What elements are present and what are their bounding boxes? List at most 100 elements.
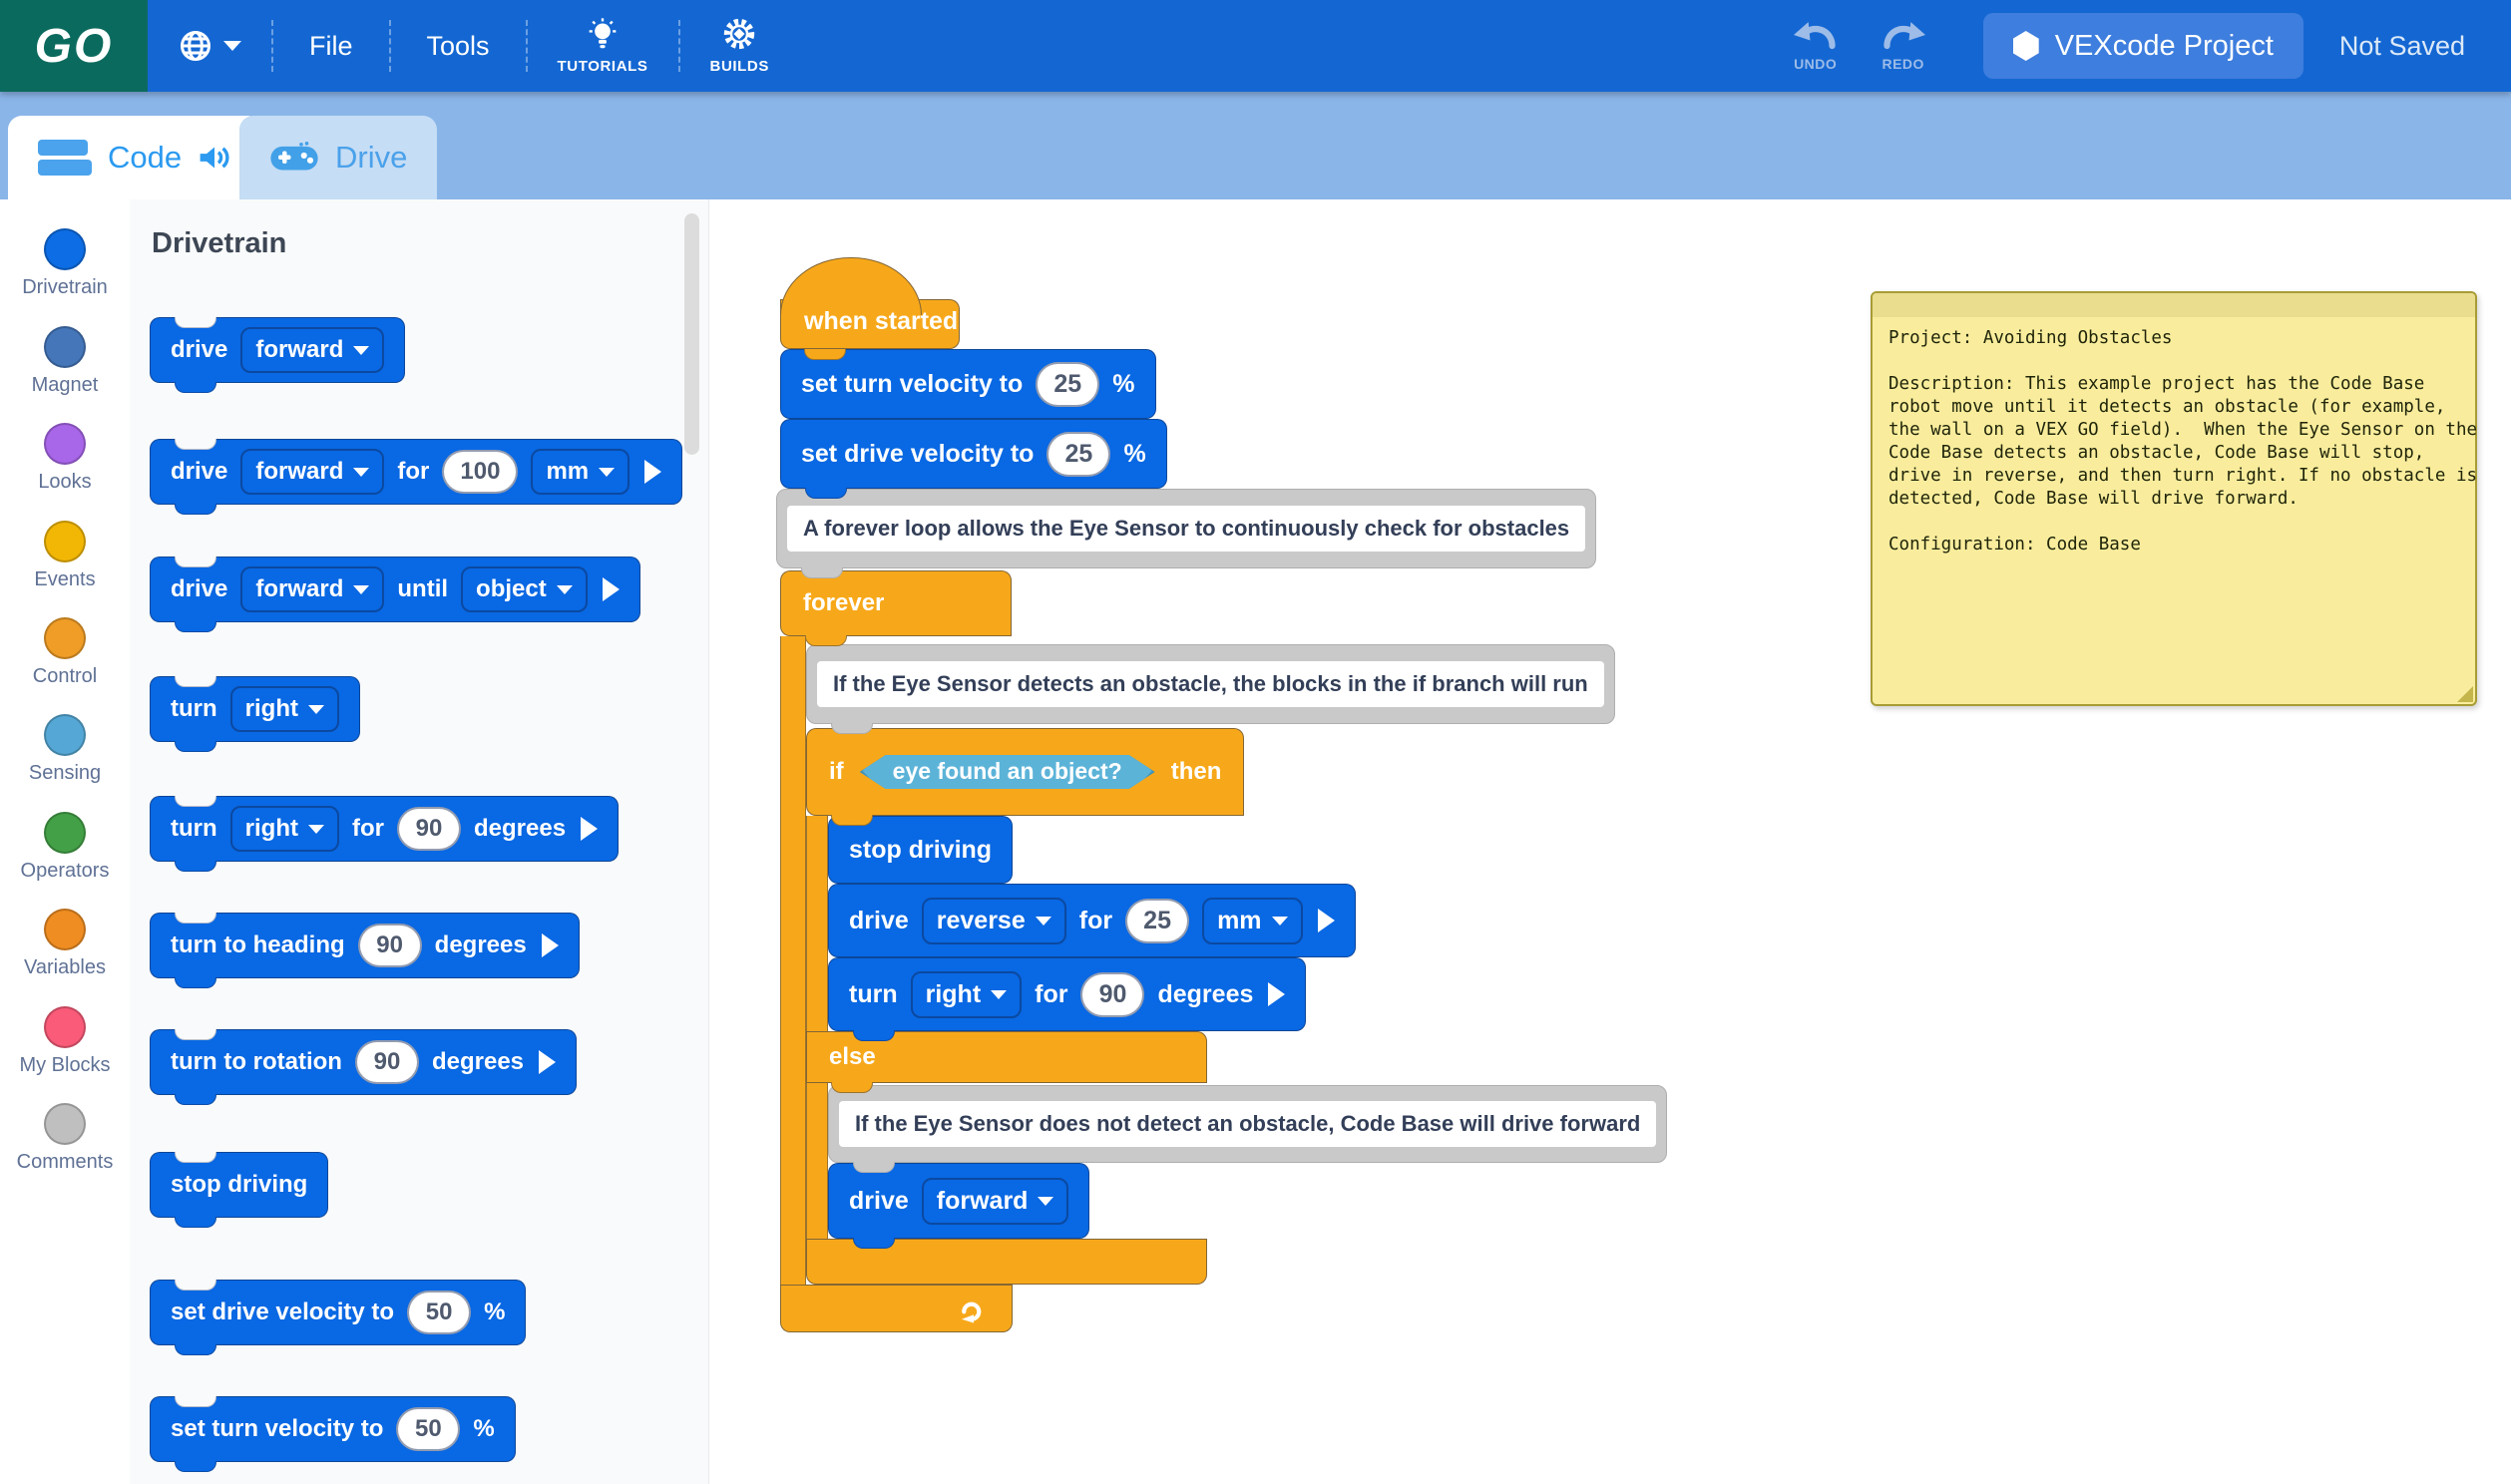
comment-block[interactable]: If the Eye Sensor detects an obstacle, t…: [806, 644, 1615, 724]
redo-button[interactable]: REDO: [1860, 20, 1947, 72]
tab-code[interactable]: Code: [8, 116, 261, 199]
turn-right-block[interactable]: turn right for 90 degrees: [828, 957, 1306, 1031]
palette-block-turn-for[interactable]: turn right for 90 degrees: [150, 796, 619, 862]
turn-direction-dropdown[interactable]: right: [911, 971, 1023, 1018]
direction-dropdown[interactable]: forward: [240, 566, 384, 612]
expand-arrow-icon[interactable]: [644, 460, 661, 484]
number-input[interactable]: 90: [355, 1040, 419, 1084]
direction-dropdown[interactable]: forward: [922, 1178, 1069, 1225]
tutorials-button[interactable]: TUTORIALS: [528, 17, 678, 75]
category-label: Control: [33, 665, 97, 688]
palette-block-turn-to-heading[interactable]: turn to heading 90 degrees: [150, 913, 580, 978]
palette-scrollbar[interactable]: [684, 213, 699, 455]
forever-block-footer[interactable]: [780, 1285, 1013, 1332]
block-bump: [805, 635, 847, 646]
sidebar-item-sensing[interactable]: Sensing: [0, 714, 130, 785]
workspace-canvas[interactable]: when started set turn velocity to 25 % s…: [709, 199, 2511, 1484]
note-text[interactable]: Project: Avoiding Obstacles Description:…: [1888, 327, 2465, 694]
chevron-down-icon: [308, 825, 324, 834]
palette-block-turn[interactable]: turn right: [150, 676, 360, 742]
block-label: for: [1035, 980, 1067, 1009]
expand-arrow-icon[interactable]: [542, 933, 559, 957]
expand-arrow-icon[interactable]: [539, 1050, 556, 1074]
palette-block-turn-to-rotation[interactable]: turn to rotation 90 degrees: [150, 1029, 577, 1095]
looks-color-dot: [44, 423, 86, 465]
eye-found-object-condition[interactable]: eye found an object?: [863, 746, 1152, 796]
condition-slot[interactable]: eye found an object?: [860, 755, 1155, 789]
palette-block-set-drive-velocity[interactable]: set drive velocity to 50 %: [150, 1280, 526, 1345]
project-name-button[interactable]: VEXcode Project: [1983, 13, 2303, 79]
project-note[interactable]: Project: Avoiding Obstacles Description:…: [1871, 291, 2477, 706]
direction-dropdown[interactable]: forward: [240, 327, 384, 373]
stop-driving-block[interactable]: stop driving: [828, 816, 1013, 884]
number-input[interactable]: 90: [358, 924, 422, 967]
chevron-down-icon: [1038, 1197, 1053, 1206]
sidebar-item-events[interactable]: Events: [0, 521, 130, 591]
number-input[interactable]: 100: [442, 450, 518, 494]
note-header-band[interactable]: [1873, 293, 2475, 317]
number-input[interactable]: 90: [1080, 972, 1144, 1017]
palette-block-drive[interactable]: drive forward: [150, 317, 405, 383]
when-started-block[interactable]: when started: [780, 257, 960, 349]
main-area: Drivetrain Magnet Looks Events Control S…: [0, 199, 2511, 1484]
block-bump: [831, 815, 873, 826]
direction-dropdown[interactable]: reverse: [922, 898, 1066, 944]
tools-menu[interactable]: Tools: [391, 31, 526, 62]
expand-arrow-icon[interactable]: [1318, 909, 1335, 932]
category-label: Comments: [17, 1151, 114, 1174]
object-dropdown[interactable]: object: [461, 566, 588, 612]
number-input[interactable]: 50: [407, 1291, 471, 1334]
number-input[interactable]: 25: [1125, 899, 1189, 943]
sidebar-item-my-blocks[interactable]: My Blocks: [0, 1006, 130, 1077]
turn-direction-dropdown[interactable]: right: [230, 686, 339, 732]
expand-arrow-icon[interactable]: [1268, 982, 1285, 1006]
number-input[interactable]: 50: [396, 1407, 460, 1451]
drive-reverse-block[interactable]: drive reverse for 25 mm: [828, 884, 1356, 957]
language-menu[interactable]: [148, 28, 271, 64]
dropdown-value: right: [926, 980, 982, 1009]
palette-block-stop-driving[interactable]: stop driving: [150, 1152, 328, 1218]
units-dropdown[interactable]: mm: [531, 449, 629, 495]
variables-color-dot: [44, 909, 86, 950]
sidebar-item-variables[interactable]: Variables: [0, 909, 130, 979]
set-drive-velocity-block[interactable]: set drive velocity to 25 %: [780, 419, 1167, 489]
dropdown-value: mm: [1217, 907, 1261, 935]
block-label: turn to rotation: [171, 1048, 342, 1076]
note-resize-handle[interactable]: [2457, 686, 2473, 702]
sidebar-item-magnet[interactable]: Magnet: [0, 326, 130, 397]
sidebar-item-looks[interactable]: Looks: [0, 423, 130, 494]
block-label: forever: [803, 589, 884, 617]
expand-arrow-icon[interactable]: [581, 817, 598, 841]
number-input[interactable]: 90: [397, 807, 461, 851]
project-name: VEXcode Project: [2055, 30, 2274, 63]
dropdown-value: forward: [937, 1187, 1029, 1216]
block-label: for: [352, 815, 384, 843]
category-label: Looks: [38, 471, 91, 494]
tab-bar: Code Drive: [0, 92, 2511, 199]
number-input[interactable]: 25: [1046, 432, 1110, 477]
undo-button[interactable]: UNDO: [1772, 20, 1860, 72]
sidebar-item-drivetrain[interactable]: Drivetrain: [0, 228, 130, 299]
sidebar-item-comments[interactable]: Comments: [0, 1103, 130, 1174]
palette-block-drive-until[interactable]: drive forward until object: [150, 556, 640, 622]
speaker-icon[interactable]: [198, 143, 231, 173]
palette-block-drive-for[interactable]: drive forward for 100 mm: [150, 439, 682, 505]
direction-dropdown[interactable]: forward: [240, 449, 384, 495]
hexagon-icon: [2013, 31, 2039, 61]
number-input[interactable]: 25: [1036, 362, 1099, 407]
drive-forward-block[interactable]: drive forward: [828, 1163, 1089, 1239]
block-label: until: [397, 575, 448, 603]
comment-block[interactable]: If the Eye Sensor does not detect an obs…: [828, 1085, 1667, 1163]
sidebar-item-operators[interactable]: Operators: [0, 812, 130, 883]
if-block-header[interactable]: if eye found an object? then: [806, 728, 1244, 816]
builds-button[interactable]: BUILDS: [680, 17, 799, 75]
tab-drive[interactable]: Drive: [239, 116, 437, 199]
expand-arrow-icon[interactable]: [603, 577, 620, 601]
forever-block-header[interactable]: forever: [780, 570, 1012, 636]
units-dropdown[interactable]: mm: [1202, 898, 1302, 944]
comment-block[interactable]: A forever loop allows the Eye Sensor to …: [776, 489, 1596, 568]
turn-direction-dropdown[interactable]: right: [230, 806, 339, 852]
file-menu[interactable]: File: [273, 31, 389, 62]
palette-block-set-turn-velocity[interactable]: set turn velocity to 50 %: [150, 1396, 516, 1462]
sidebar-item-control[interactable]: Control: [0, 617, 130, 688]
